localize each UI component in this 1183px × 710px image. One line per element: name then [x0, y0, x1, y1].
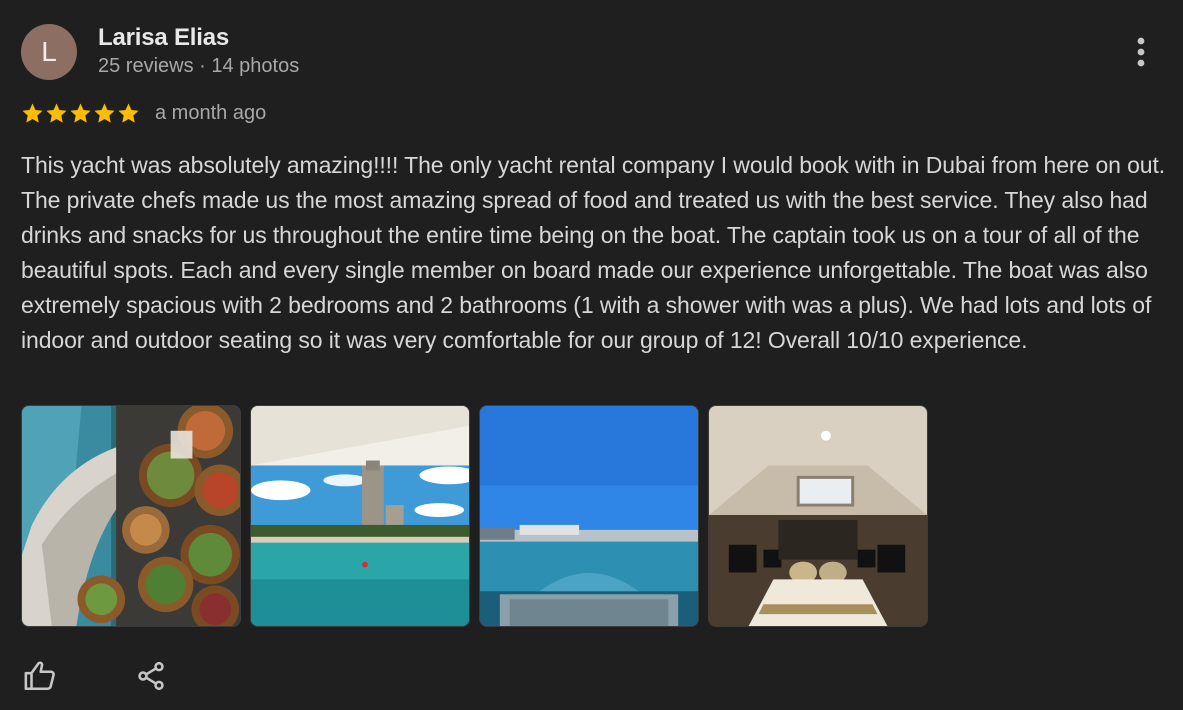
- more-options-button[interactable]: [1124, 34, 1158, 70]
- share-icon: [138, 661, 164, 691]
- share-button[interactable]: [132, 657, 170, 695]
- star-icon: [22, 102, 43, 123]
- sea-view-photo[interactable]: [479, 405, 699, 627]
- photo-strip: [21, 405, 928, 627]
- star-icon: [70, 102, 91, 123]
- author-name[interactable]: Larisa Elias: [98, 24, 229, 52]
- rating-row: a month ago: [21, 99, 266, 127]
- avatar-initial: L: [41, 36, 57, 67]
- review-date: a month ago: [155, 101, 267, 124]
- star-icon: [94, 102, 115, 123]
- avatar[interactable]: L: [21, 24, 77, 80]
- star-icon: [46, 102, 67, 123]
- star-icon: [118, 102, 139, 123]
- author-meta: 25 reviews · 14 photos: [98, 55, 300, 77]
- bedroom-photo[interactable]: [708, 405, 928, 627]
- food-spread-photo[interactable]: [21, 405, 241, 627]
- thumb-up-icon: [24, 661, 55, 691]
- like-button[interactable]: [21, 657, 59, 695]
- city-skyline-photo[interactable]: [250, 405, 470, 627]
- star-rating: [21, 102, 140, 125]
- more-vert-icon: [1137, 37, 1145, 67]
- review-actions: [21, 657, 170, 695]
- review-card: L Larisa Elias 25 reviews · 14 photos a …: [0, 0, 1183, 710]
- review-text: This yacht was absolutely amazing!!!! Th…: [21, 152, 1166, 353]
